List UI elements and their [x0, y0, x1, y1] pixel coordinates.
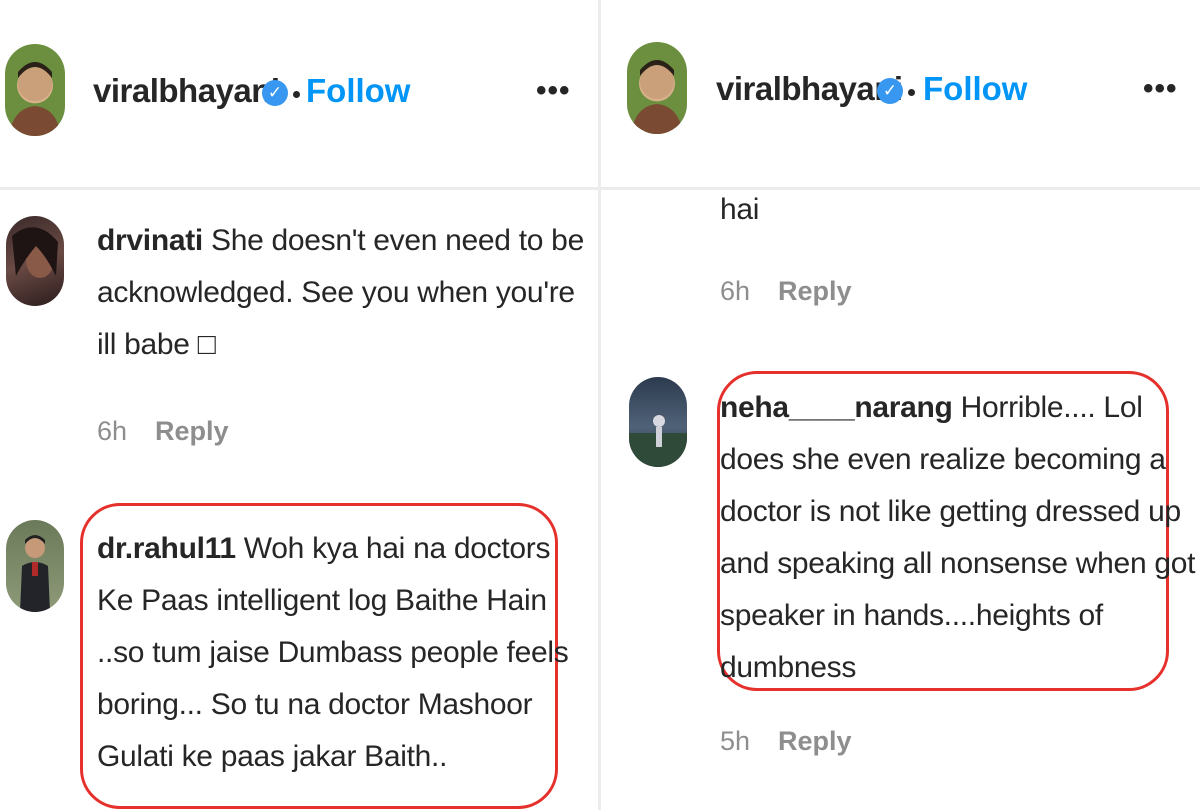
comment-username[interactable]: dr.rahul11	[97, 532, 236, 565]
comment-username[interactable]: drvinati	[97, 224, 203, 257]
commenter-avatar[interactable]	[6, 216, 64, 306]
comment-line: She doesn't even need to be	[211, 224, 584, 257]
more-options-icon[interactable]: •••	[536, 74, 571, 108]
comment-line: dumbness	[720, 651, 857, 684]
comment-line: Woh kya hai na doctors	[243, 532, 551, 565]
commenter-avatar[interactable]	[6, 520, 64, 612]
reply-button[interactable]: Reply	[155, 416, 229, 446]
verified-badge-icon: ✓	[877, 78, 903, 104]
follow-button[interactable]: Follow	[306, 72, 410, 110]
portrait-icon	[629, 415, 687, 467]
comment-meta: 6h Reply	[720, 276, 852, 307]
comment-line: acknowledged. See you when you're	[97, 276, 575, 309]
left-panel: viralbhayani ✓ Follow ••• drvinati She d…	[0, 0, 598, 810]
portrait-icon	[631, 60, 683, 134]
comment-meta: 6h Reply	[97, 416, 229, 447]
separator-dot	[293, 91, 300, 98]
comment-line: Ke Paas intelligent log Baithe Hain	[97, 584, 547, 617]
comment-time: 6h	[720, 276, 751, 306]
portrait-icon	[12, 227, 58, 278]
comment-line: Gulati ke paas jakar Baith..	[97, 740, 448, 773]
comment-line: doctor is not like getting dressed up	[720, 495, 1181, 528]
comment-line: speaker in hands....heights of	[720, 599, 1103, 632]
separator-dot	[908, 89, 915, 96]
follow-button[interactable]: Follow	[923, 70, 1027, 108]
comment-line: ..so tum jaise Dumbass people feels	[97, 636, 569, 669]
right-panel: viralbhayani ✓ Follow ••• hai 6h Reply ne…	[601, 0, 1200, 810]
author-username[interactable]: viralbhayani	[93, 72, 280, 110]
comment-body: drvinati She doesn't even need to be ack…	[97, 215, 584, 371]
author-avatar[interactable]	[5, 44, 65, 136]
comment-time: 6h	[97, 416, 128, 446]
author-avatar[interactable]	[627, 42, 687, 134]
reply-button[interactable]: Reply	[778, 276, 852, 306]
comment-body: neha____narang Horrible.... Lol does she…	[720, 382, 1195, 694]
comment-username[interactable]: neha____narang	[720, 391, 953, 424]
comment-line: and speaking all nonsense when got	[720, 547, 1196, 580]
more-options-icon[interactable]: •••	[1143, 72, 1178, 106]
comment-meta: 5h Reply	[720, 726, 852, 757]
comment-body: dr.rahul11 Woh kya hai na doctors Ke Paa…	[97, 523, 569, 783]
comment-line: Horrible.... Lol	[960, 391, 1143, 424]
comment-tail: hai	[720, 193, 760, 226]
comment-line: boring... So tu na doctor Mashoor	[97, 688, 533, 721]
comment-time: 5h	[720, 726, 751, 756]
post-header: viralbhayani ✓ Follow •••	[601, 0, 1200, 190]
post-header: viralbhayani ✓ Follow •••	[0, 0, 598, 190]
portrait-icon	[9, 62, 61, 136]
comment-line: ill babe □	[97, 328, 216, 361]
verified-badge-icon: ✓	[262, 80, 288, 106]
reply-button[interactable]: Reply	[778, 726, 852, 756]
author-username[interactable]: viralbhayani	[716, 70, 903, 108]
comment-line: does she even realize becoming a	[720, 443, 1166, 476]
portrait-icon	[20, 535, 50, 612]
commenter-avatar[interactable]	[629, 377, 687, 467]
